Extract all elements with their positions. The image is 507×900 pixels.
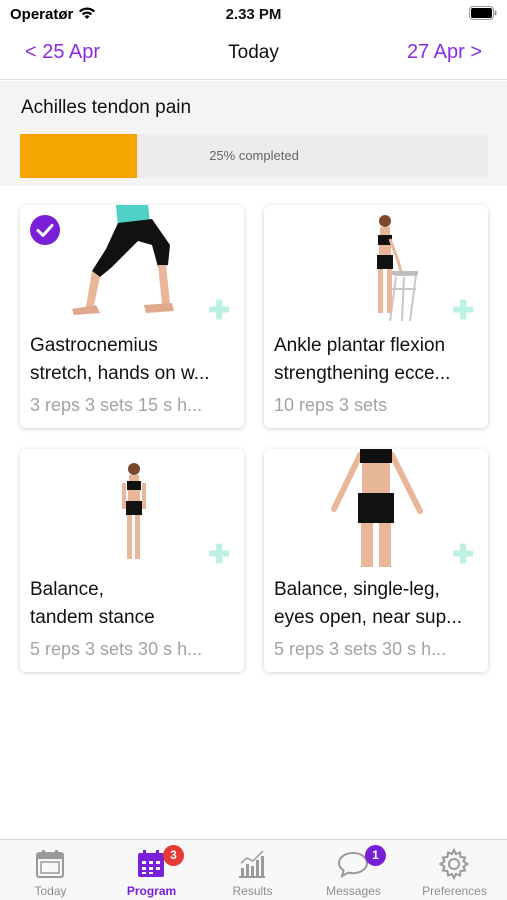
exercise-card[interactable]: ✚ Ankle plantar flexion strengthening ec… — [264, 205, 488, 428]
tab-label: Program — [126, 884, 177, 898]
tab-label: Preferences — [422, 884, 487, 898]
completed-check-icon — [30, 215, 60, 245]
tab-program[interactable]: 3 Program — [101, 840, 202, 900]
plus-icon[interactable]: ✚ — [208, 541, 230, 567]
progress-text: 25% completed — [209, 148, 299, 163]
exercise-reps: 10 reps 3 sets — [274, 395, 388, 415]
condition-title: Achilles tendon pain — [21, 97, 192, 118]
status-time: 2.33 PM — [225, 6, 282, 23]
exercise-reps: 5 reps 3 sets 30 s h... — [274, 639, 447, 659]
exercise-reps: 3 reps 3 sets 15 s h... — [30, 395, 203, 415]
tab-label: Results — [232, 884, 273, 898]
calendar-icon — [36, 850, 64, 878]
plus-icon[interactable]: ✚ — [208, 297, 230, 323]
tab-preferences[interactable]: Preferences — [404, 840, 505, 900]
tab-bar: Today 3 Program Results 1 Messages Prefe… — [0, 839, 507, 900]
date-navigation-bar: < 25 Apr Today 27 Apr > — [0, 28, 507, 80]
exercise-card[interactable]: ✚ Gastrocnemius stretch, hands on w... 3… — [20, 205, 244, 428]
gear-icon — [438, 848, 470, 880]
tab-label: Messages — [326, 884, 381, 898]
status-bar: Operatør 2.33 PM — [0, 0, 507, 28]
tab-label: Today — [34, 884, 67, 898]
tab-results[interactable]: Results — [202, 840, 303, 900]
exercise-name: Balance, tandem stance — [30, 579, 155, 628]
exercise-name: Ankle plantar flexion strengthening ecce… — [274, 335, 451, 384]
exercise-card[interactable]: ✚ Balance, single-leg, eyes open, near s… — [264, 449, 488, 672]
exercise-reps: 5 reps 3 sets 30 s h... — [30, 639, 203, 659]
plus-icon[interactable]: ✚ — [452, 297, 474, 323]
chart-icon — [239, 850, 265, 878]
exercise-card[interactable]: ✚ Balance, tandem stance 5 reps 3 sets 3… — [20, 449, 244, 672]
progress-bar: 25% completed — [20, 134, 488, 178]
program-summary-panel: Achilles tendon pain 25% completed — [0, 81, 507, 186]
tab-today[interactable]: Today — [0, 840, 101, 900]
notification-badge: 3 — [163, 845, 184, 866]
plus-icon[interactable]: ✚ — [452, 541, 474, 567]
exercise-name: Gastrocnemius stretch, hands on w... — [30, 335, 210, 384]
battery-icon — [469, 6, 497, 20]
next-day-button[interactable]: 27 Apr > — [407, 41, 482, 64]
exercise-name: Balance, single-leg, eyes open, near sup… — [274, 579, 463, 628]
notification-badge: 1 — [365, 845, 386, 866]
tab-messages[interactable]: 1 Messages — [303, 840, 404, 900]
